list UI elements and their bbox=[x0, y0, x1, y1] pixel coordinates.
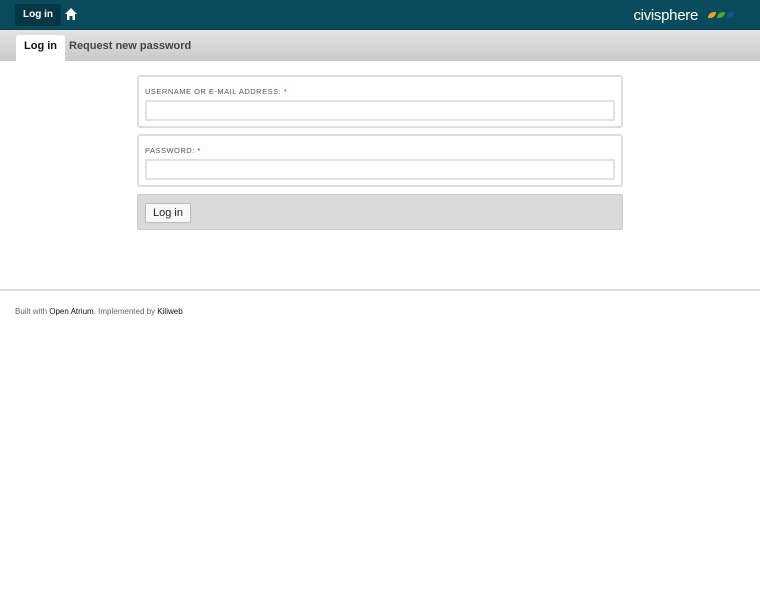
home-icon[interactable] bbox=[64, 7, 78, 21]
footer-text: Built with bbox=[15, 307, 50, 316]
username-label: USERNAME OR E-MAIL ADDRESS: * bbox=[145, 87, 621, 96]
open-atrium-link[interactable]: Open Atrium bbox=[49, 307, 93, 316]
password-label: PASSWORD: * bbox=[145, 146, 621, 155]
required-mark: * bbox=[197, 146, 201, 155]
password-fieldset: PASSWORD: * bbox=[137, 134, 623, 187]
password-input[interactable] bbox=[145, 159, 615, 180]
kiliweb-link[interactable]: Kiliweb bbox=[157, 307, 182, 316]
username-label-text: USERNAME OR E-MAIL ADDRESS: bbox=[145, 87, 282, 96]
form-actions: Log in bbox=[137, 194, 623, 230]
logo-leaves-icon bbox=[708, 12, 734, 18]
username-input[interactable] bbox=[145, 100, 615, 121]
log-in-button[interactable]: Log in bbox=[145, 203, 191, 223]
tab-request-new-password[interactable]: Request new password bbox=[61, 35, 199, 61]
footer: Built with Open Atrium. Implemented by K… bbox=[15, 307, 183, 316]
footer-text: . Implemented by bbox=[93, 307, 158, 316]
footer-divider bbox=[0, 289, 760, 291]
tab-bar: Log in Request new password bbox=[0, 30, 760, 61]
required-mark: * bbox=[283, 87, 288, 96]
password-label-text: PASSWORD: bbox=[145, 146, 195, 155]
tab-log-in[interactable]: Log in bbox=[16, 35, 65, 61]
top-login-link[interactable]: Log in bbox=[15, 4, 61, 26]
top-bar: Log in civisphere bbox=[0, 0, 760, 30]
logo-text: civisphere bbox=[633, 7, 698, 24]
username-fieldset: USERNAME OR E-MAIL ADDRESS: * bbox=[137, 75, 623, 128]
